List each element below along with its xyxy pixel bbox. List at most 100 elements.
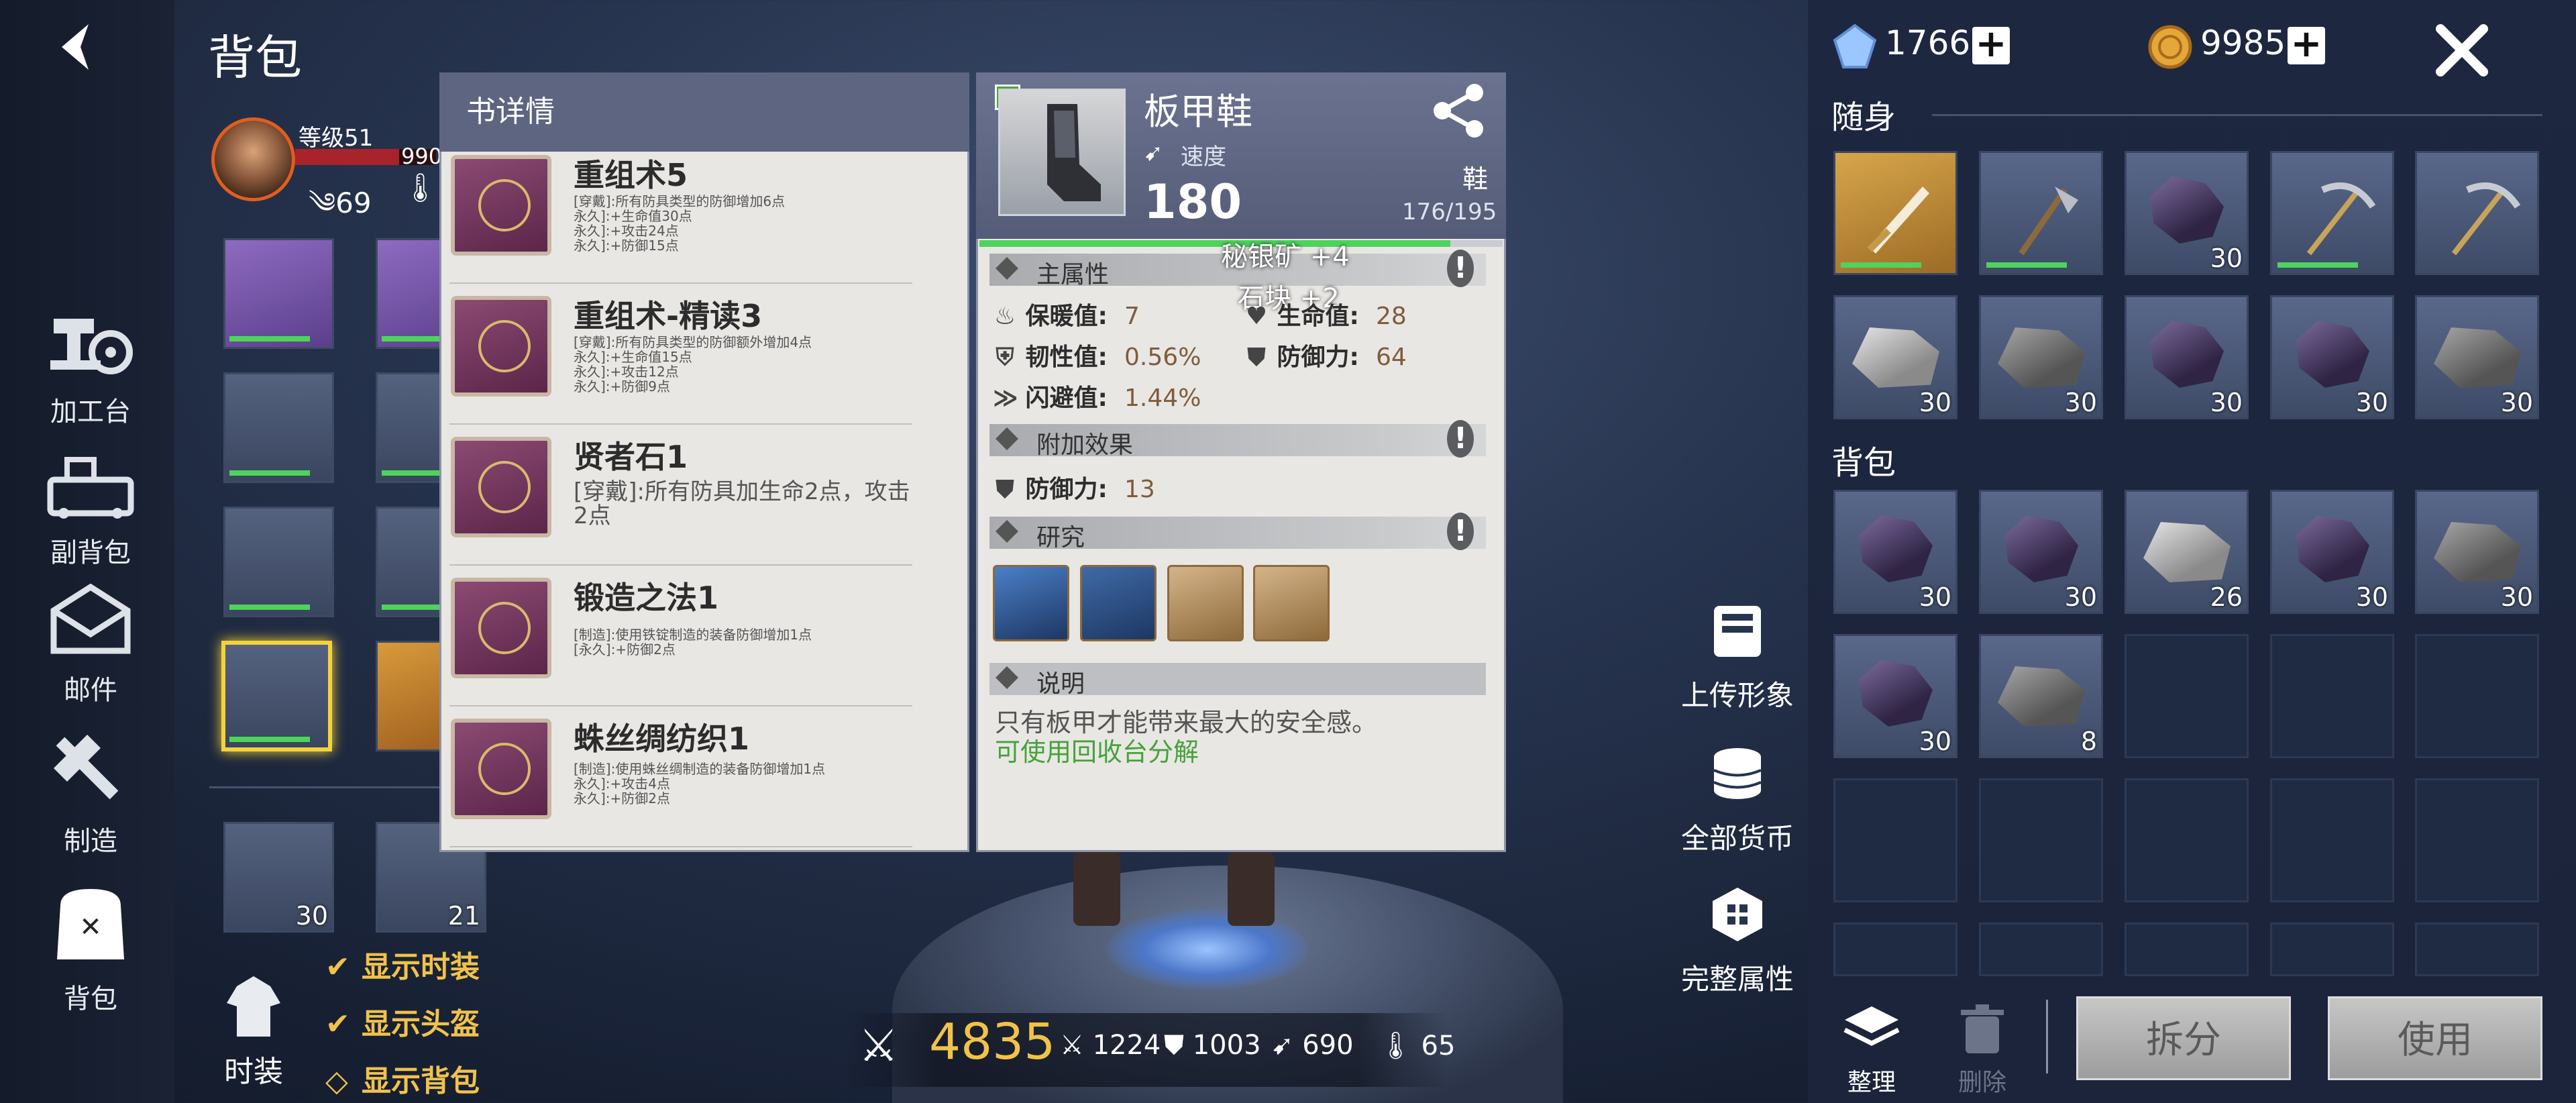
split-button[interactable]: 拆分 — [2076, 996, 2291, 1080]
toggle-show-helmet[interactable]: ✔ 显示头盔 — [325, 1000, 480, 1043]
axe-icon — [2019, 187, 2078, 256]
research-book-icon[interactable] — [1253, 565, 1330, 641]
share-icon[interactable] — [1429, 81, 1489, 144]
add-gems-button[interactable]: + — [1972, 25, 2010, 64]
section-extra-effects: 附加效果 ! — [989, 420, 1486, 459]
attr-value: 64 — [1376, 344, 1407, 371]
iron-ore-icon — [2434, 327, 2521, 388]
bag-slot-empty[interactable] — [1979, 923, 2103, 976]
delete-button[interactable]: 删除 — [1945, 1003, 2019, 1098]
durability-bar — [1986, 262, 2067, 268]
book-desc-line: 永久]:+攻击24点 — [574, 223, 679, 239]
bag-slot-ore[interactable]: 30 — [1833, 490, 1957, 614]
section-title: 说明 — [1036, 670, 1085, 698]
info-icon[interactable]: ! — [1447, 513, 1474, 550]
iron-ore-icon — [1998, 666, 2085, 727]
equip-slot-boots[interactable] — [221, 641, 332, 751]
speed-icon: ➹ — [1144, 140, 1163, 166]
carry-slot-ore[interactable]: 30 — [2270, 295, 2394, 419]
carry-slot-iron[interactable]: 30 — [1979, 295, 2103, 419]
item-durability: 176/195 — [1402, 199, 1497, 225]
bag-slot-iron[interactable]: 8 — [1979, 634, 2103, 758]
full-attributes-button[interactable]: 完整属性 — [1670, 884, 1805, 998]
item-count: 30 — [295, 901, 328, 931]
back-arrow-icon[interactable] — [54, 20, 101, 76]
carry-slot-pickaxe[interactable] — [2270, 151, 2394, 275]
bag-slot-empty[interactable] — [1833, 923, 1957, 976]
item-count: 21 — [447, 901, 480, 931]
book-desc-line: 永久]:+防御2点 — [574, 790, 671, 806]
bag-slot-empty[interactable] — [2125, 634, 2249, 758]
bag-slot-ore[interactable]: 30 — [1833, 634, 1957, 758]
research-book-icon[interactable] — [1167, 565, 1244, 641]
sub-backpack-icon — [30, 446, 151, 527]
outfit-button[interactable]: 时装 — [213, 973, 294, 1090]
nav-sub-backpack[interactable]: 副背包 — [30, 446, 151, 570]
upload-avatar-button[interactable]: 上传形象 — [1670, 600, 1805, 714]
carry-slot-ore[interactable]: 30 — [2125, 295, 2249, 419]
carry-slot-axe[interactable] — [1979, 151, 2103, 275]
carry-slot-sword[interactable] — [1833, 151, 1957, 275]
info-icon[interactable]: ! — [1447, 250, 1474, 287]
item-count: 30 — [1919, 727, 1951, 756]
defense-stat: ⛊ 1003 — [1164, 1030, 1261, 1061]
attr-toughness: ⛨ 韧性值: 0.56% — [993, 337, 1201, 372]
all-currency-button[interactable]: 全部货币 — [1670, 743, 1805, 857]
carry-slot-stone[interactable]: 30 — [1833, 295, 1957, 419]
book-entry[interactable]: 锻造之法1 [制造]:使用铁锭制造的装备防御增加1点 [永久]:+防御2点 — [449, 574, 959, 715]
book-icon — [451, 296, 551, 397]
attr-label: 防御力: — [1025, 476, 1108, 503]
nav-backpack[interactable]: ✕ 背包 — [30, 879, 151, 1016]
bag-slot-empty[interactable] — [2415, 923, 2539, 976]
bag-slot-empty[interactable] — [2415, 778, 2539, 902]
bag-slot-iron[interactable]: 30 — [2415, 490, 2539, 614]
carry-slot-pickaxe-2[interactable] — [2415, 151, 2539, 275]
heart-icon: ♥ — [1245, 303, 1268, 330]
use-button[interactable]: 使用 — [2328, 996, 2542, 1080]
sort-button[interactable]: 整理 — [1835, 1003, 1909, 1098]
quick-slot-food[interactable]: 30 — [223, 822, 334, 933]
book-entry[interactable]: 贤者石1 [穿戴]:所有防具加生命2点，攻击2点 — [449, 433, 959, 574]
toggle-label: 显示背包 — [362, 1064, 480, 1098]
carry-slot-iron[interactable]: 30 — [2415, 295, 2539, 419]
item-count: 30 — [2355, 388, 2388, 417]
book-name: 蛛丝绸纺织1 — [574, 721, 750, 757]
equip-slot-helmet[interactable] — [223, 372, 334, 483]
nav-mail[interactable]: 邮件 — [30, 583, 151, 707]
research-book-icon[interactable] — [993, 565, 1069, 641]
bag-slot-ore[interactable]: 30 — [1979, 490, 2103, 614]
mithril-ore-icon — [1859, 515, 1933, 582]
bag-slot-empty[interactable] — [1979, 778, 2103, 902]
bag-slot-empty[interactable] — [2270, 634, 2394, 758]
book-desc-line: 永久]:+生命值30点 — [574, 208, 692, 224]
bag-slot-empty[interactable] — [2125, 923, 2249, 976]
attr-value: 13 — [1124, 476, 1155, 503]
toggle-show-backpack[interactable]: ◇ 显示背包 — [325, 1057, 480, 1100]
nav-craft[interactable]: 制造 — [30, 728, 151, 858]
carry-slot-ore[interactable]: 30 — [2125, 151, 2249, 275]
bag-slot-empty[interactable] — [2270, 923, 2394, 976]
book-entry[interactable]: 蛛丝绸纺织1 [制造]:使用蛛丝绸制造的装备防御增加1点 永久]:+攻击4点 永… — [449, 715, 959, 855]
nav-workbench[interactable]: 加工台 — [30, 305, 151, 429]
bag-slot-empty[interactable] — [2125, 778, 2249, 902]
book-entry[interactable]: 重组术5 [穿戴]:所有防具类型的防御增加6点 永久]:+生命值30点 永久]:… — [449, 151, 959, 292]
bag-slot-stone[interactable]: 26 — [2125, 490, 2249, 614]
info-icon[interactable]: ! — [1447, 420, 1474, 458]
equip-slot-gloves[interactable] — [223, 507, 334, 617]
add-gold-button[interactable]: + — [2288, 25, 2325, 64]
item-count: 30 — [2064, 388, 2097, 417]
bag-slot-empty[interactable] — [2415, 634, 2539, 758]
close-icon[interactable] — [2435, 23, 2489, 80]
avatar[interactable] — [211, 117, 295, 201]
book-entry[interactable]: 重组术-精读3 [穿戴]:所有防具类型的防御额外增加4点 永久]:+生命值15点… — [449, 292, 959, 433]
bag-slot-ore[interactable]: 30 — [2270, 490, 2394, 614]
bag-slot-empty[interactable] — [1833, 778, 1957, 902]
action-label: 全部货币 — [1680, 822, 1794, 855]
equip-slot-weapon[interactable] — [223, 238, 334, 349]
toggle-show-outfit[interactable]: ✔ 显示时装 — [325, 943, 480, 986]
bag-slot-empty[interactable] — [2270, 778, 2394, 902]
iron-ore-icon — [2434, 522, 2521, 582]
mithril-ore-icon — [2004, 515, 2078, 582]
research-book-icon[interactable] — [1080, 565, 1157, 641]
mithril-ore-icon — [2150, 321, 2224, 388]
